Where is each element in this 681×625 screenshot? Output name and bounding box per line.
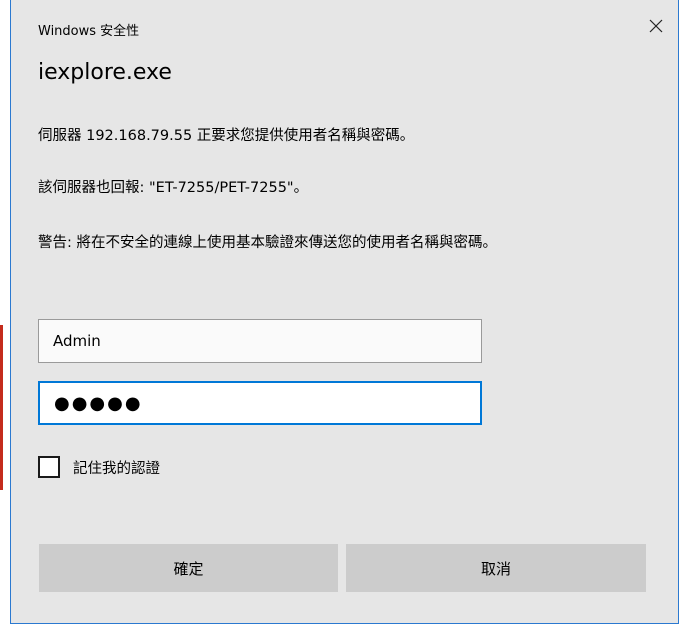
- security-warning-message: 警告: 將在不安全的連線上使用基本驗證來傳送您的使用者名稱與密碼。: [38, 235, 497, 251]
- remember-checkbox[interactable]: [38, 456, 60, 478]
- close-icon: [649, 19, 663, 33]
- background-window-edge: [0, 325, 3, 490]
- windows-security-dialog: Windows 安全性 iexplore.exe 伺服器 192.168.79.…: [10, 0, 679, 624]
- server-request-message: 伺服器 192.168.79.55 正要求您提供使用者名稱與密碼。: [38, 128, 415, 144]
- username-field[interactable]: Admin: [38, 319, 482, 363]
- ok-button[interactable]: 確定: [39, 544, 338, 592]
- app-name: iexplore.exe: [38, 60, 172, 85]
- server-report-message: 該伺服器也回報: "ET-7255/PET-7255"。: [38, 180, 309, 196]
- remember-label: 記住我的認證: [73, 460, 160, 477]
- close-button[interactable]: [640, 10, 672, 42]
- cancel-button[interactable]: 取消: [346, 544, 646, 592]
- password-field[interactable]: ●●●●●: [38, 381, 482, 425]
- remember-credentials-option[interactable]: 記住我的認證: [38, 456, 160, 478]
- window-title: Windows 安全性: [38, 24, 140, 39]
